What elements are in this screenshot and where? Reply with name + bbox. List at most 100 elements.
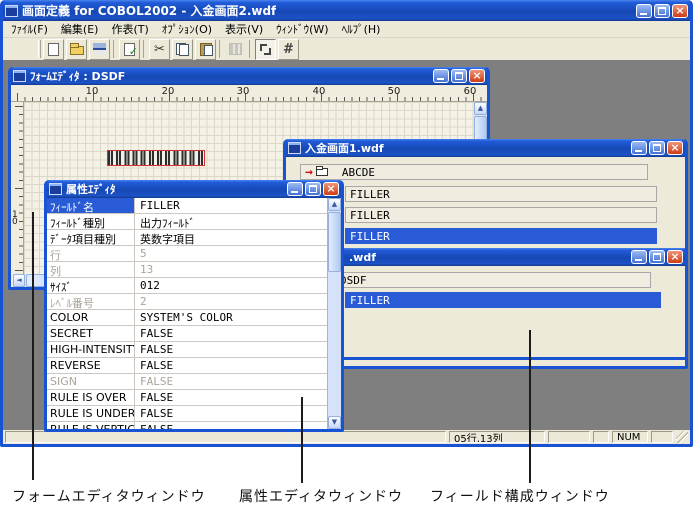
field-row[interactable]: FILLER [345,186,657,202]
maximize-icon[interactable] [649,250,665,264]
scroll-left-icon[interactable]: ◄ [13,274,25,287]
attr-label: HIGH-INTENSITY [47,342,135,357]
field-row-selected[interactable]: FILLER [345,228,657,244]
minimize-icon[interactable] [636,3,652,18]
mdi-area: ﾌｫｰﾑｴﾃﾞｨﾀ : DSDF 10 20 30 40 50 60 [3,60,690,432]
attr-value[interactable]: 出力ﾌｨｰﾙﾄﾞ [135,214,327,229]
attr-row[interactable]: SECRET FALSE [47,326,327,342]
resize-grip[interactable] [676,431,688,443]
toolbar-separator [249,40,250,58]
copy-button[interactable] [172,38,193,60]
close-icon[interactable] [667,250,683,264]
attr-value[interactable]: FALSE [135,422,327,429]
menu-view[interactable]: 表示(V) [219,20,269,38]
menu-option[interactable]: ｵﾌﾟｼｮﾝ(O) [156,20,218,38]
group-folder-icon [315,166,328,176]
minimize-icon[interactable] [433,69,449,83]
select-mode-button[interactable] [255,38,276,60]
attribute-table-area: ﾌｨｰﾙﾄﾞ名 FILLER ﾌｨｰﾙﾄﾞ種別 出力ﾌｨｰﾙﾄﾞ ﾃﾞｰﾀ項目種… [47,198,341,429]
attr-row[interactable]: RULE IS UNDER FALSE [47,406,327,422]
minimize-icon[interactable] [287,182,303,196]
vertical-scrollbar[interactable]: ▲ ▼ [328,198,341,429]
save-button[interactable] [89,38,110,60]
menu-help[interactable]: ﾍﾙﾌﾟ(H) [336,20,387,38]
attr-row[interactable]: ﾌｨｰﾙﾄﾞ種別 出力ﾌｨｰﾙﾄﾞ [47,214,327,230]
maximize-icon[interactable] [654,3,670,18]
field-row-selected[interactable]: FILLER [345,292,661,308]
scroll-up-icon[interactable]: ▲ [328,198,341,211]
attr-row[interactable]: RULE IS OVER FALSE [47,390,327,406]
attr-value[interactable]: FALSE [135,326,327,341]
attr-value[interactable]: FALSE [135,390,327,405]
check-icon [124,42,138,58]
attr-value[interactable]: 英数字項目 [135,230,327,245]
attr-label: RULE IS UNDER [47,406,135,421]
attr-row[interactable]: ﾌｨｰﾙﾄﾞ名 FILLER [47,198,327,214]
field-win1-title: 入金画面1.wdf [305,142,384,155]
close-icon[interactable] [667,141,683,155]
cut-button[interactable]: ✂ [149,38,170,60]
attribute-editor-title: 属性ｴﾃﾞｨﾀ [66,183,116,196]
close-icon[interactable] [672,3,688,18]
attr-label: 列 [47,262,135,277]
field-win1-titlebar[interactable]: 入金画面1.wdf [286,139,685,157]
field-row[interactable]: FILLER [345,207,657,223]
field-win2-titlebar[interactable]: .wdf [321,248,685,266]
attr-row-disabled: 行 5 [47,246,327,262]
scrollbar-thumb[interactable] [328,212,341,272]
attribute-editor-titlebar[interactable]: 属性ｴﾃﾞｨﾀ [47,180,341,198]
new-button[interactable] [43,38,64,60]
attr-value[interactable]: FALSE [135,406,327,421]
toolbar-grip[interactable] [38,40,41,58]
attr-row-disabled: 列 13 [47,262,327,278]
close-icon[interactable] [323,182,339,196]
attr-value[interactable]: FILLER [135,198,327,213]
menubar: ﾌｧｲﾙ(F) 編集(E) 作表(T) ｵﾌﾟｼｮﾝ(O) 表示(V) ｳｨﾝﾄ… [3,21,690,37]
ruler-label: 10 [12,210,18,227]
form-editor-icon [13,70,26,82]
new-icon [48,42,59,56]
open-icon [69,43,84,55]
attr-row[interactable]: COLOR SYSTEM'S COLOR [47,310,327,326]
selected-field[interactable] [107,150,205,166]
menu-file[interactable]: ﾌｧｲﾙ(F) [5,20,54,38]
main-titlebar[interactable]: 画面定義 for COBOL2002 - 入金画面2.wdf [3,0,690,21]
attr-label: ﾌｨｰﾙﾄﾞ名 [47,198,135,213]
attr-label: ﾌｨｰﾙﾄﾞ種別 [47,214,135,229]
form-editor-titlebar[interactable]: ﾌｫｰﾑｴﾃﾞｨﾀ : DSDF [11,67,487,85]
close-icon[interactable] [469,69,485,83]
menu-window[interactable]: ｳｨﾝﾄﾞｳ(W) [270,20,334,38]
ruler-label: 40 [312,86,326,97]
attr-row[interactable]: RULE IS VERTICAL FALSE [47,422,327,429]
attr-value[interactable]: SYSTEM'S COLOR [135,310,327,325]
attr-row[interactable]: ｻｲｽﾞ 012 [47,278,327,294]
attr-value[interactable]: FALSE [135,358,327,373]
attr-value[interactable]: FALSE [135,342,327,357]
menu-table[interactable]: 作表(T) [105,20,154,38]
scroll-up-icon[interactable]: ▲ [474,102,487,115]
attr-value: 2 [140,295,147,308]
minimize-icon[interactable] [631,141,647,155]
attr-label: RULE IS VERTICAL [47,422,135,429]
attribute-editor-window: 属性ｴﾃﾞｨﾀ ﾌｨｰﾙﾄﾞ名 FILLER ﾌｨｰﾙﾄﾞ [44,180,344,432]
attr-row[interactable]: HIGH-INTENSITY FALSE [47,342,327,358]
field-root-row[interactable]: → ABCDE [300,164,648,180]
menu-edit[interactable]: 編集(E) [55,20,105,38]
attr-value[interactable]: 012 [135,278,327,293]
form-editor-title: ﾌｫｰﾑｴﾃﾞｨﾀ : DSDF [30,70,126,83]
paste-button[interactable] [195,38,216,60]
callout-label-field-structure: フィールド構成ウィンドウ [430,489,610,505]
grid-button[interactable]: # [278,38,299,60]
minimize-icon[interactable] [631,250,647,264]
callout-label-form-editor: フォームエディタウィンドウ [12,489,206,505]
maximize-icon[interactable] [305,182,321,196]
open-button[interactable] [66,38,87,60]
attr-label: ｻｲｽﾞ [47,278,135,293]
check-button[interactable] [119,38,140,60]
scroll-down-icon[interactable]: ▼ [328,416,341,429]
maximize-icon[interactable] [649,141,665,155]
field-root-row[interactable]: DSDF [335,272,651,288]
attr-row[interactable]: ﾃﾞｰﾀ項目種別 英数字項目 [47,230,327,246]
maximize-icon[interactable] [451,69,467,83]
attr-row[interactable]: REVERSE FALSE [47,358,327,374]
